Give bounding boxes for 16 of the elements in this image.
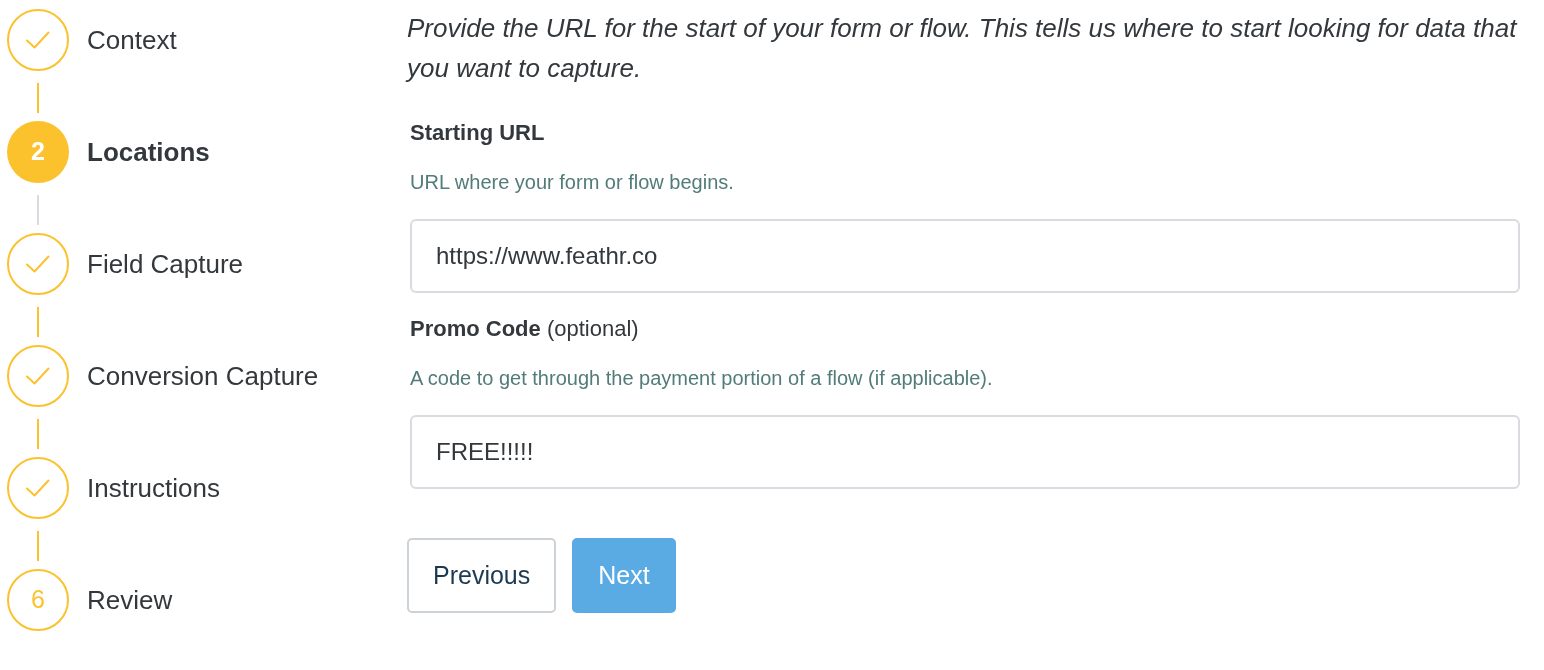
step-label: Locations: [87, 135, 210, 169]
step-label: Field Capture: [87, 247, 244, 281]
step-label: Conversion Capture: [87, 359, 319, 393]
field-label: Promo Code (optional): [410, 315, 640, 343]
step-label: Context: [87, 23, 177, 57]
text-field[interactable]: https://www.feathr.co: [410, 219, 1520, 293]
field-hint: A code to get through the payment portion of a flow (if applicable).: [410, 366, 994, 391]
text-field[interactable]: FREE!!!!!: [410, 415, 1520, 489]
intro-text: Provide the URL for the start of your form or flow. This tells us where to start looking for data that you want to capture.: [407, 12, 1519, 85]
field-hint: URL where your form or flow begins.: [410, 170, 735, 195]
step-number: 2: [7, 121, 69, 183]
field-label: Starting URL: [410, 119, 546, 147]
step-label: Instructions: [87, 471, 220, 505]
step-number: 6: [7, 569, 69, 631]
previous-button[interactable]: Previous: [407, 538, 557, 613]
step-label: Review: [87, 583, 173, 617]
